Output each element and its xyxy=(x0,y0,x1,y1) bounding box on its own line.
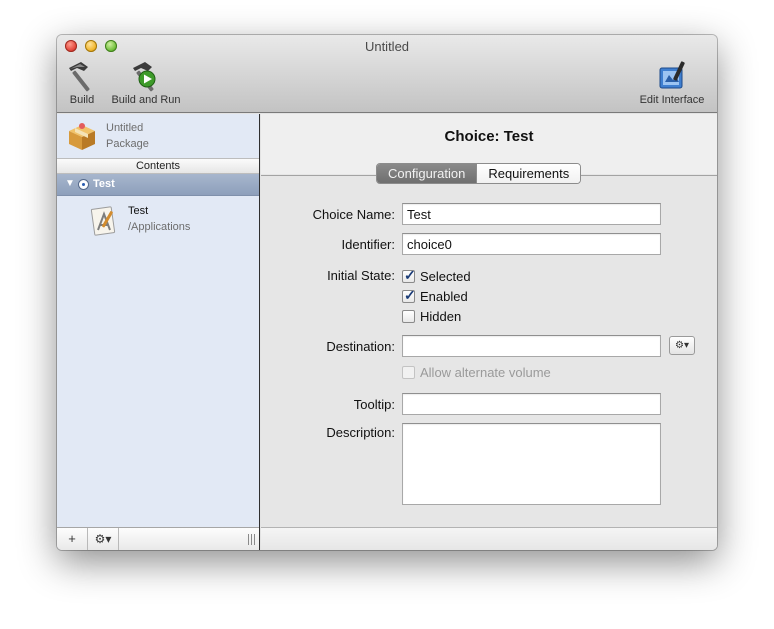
toolbar: Untitled Build Build and Run Edit Interf… xyxy=(57,35,717,113)
hammer-icon xyxy=(69,62,90,92)
allow-alternate-volume-label: Allow alternate volume xyxy=(420,364,551,380)
sidebar-bottom-bar: + ⚙▾ xyxy=(57,527,259,550)
disclosure-triangle-icon[interactable]: ▼ xyxy=(65,178,75,189)
sidebar: Untitled Package Contents ▼ Test Test /A… xyxy=(57,114,260,550)
tab-configuration[interactable]: Configuration xyxy=(377,164,477,183)
build-label: Build xyxy=(69,94,95,106)
enabled-checkbox-label: Enabled xyxy=(420,288,468,304)
resize-grip-icon[interactable] xyxy=(248,534,255,545)
main-bottom-bar xyxy=(261,527,717,550)
choice-label: Test xyxy=(93,178,115,190)
build-button[interactable]: Build xyxy=(65,59,99,106)
package-name: Untitled xyxy=(106,122,144,134)
destination-action-button[interactable]: ⚙▾ xyxy=(669,336,695,355)
action-gear-button[interactable]: ⚙▾ xyxy=(88,528,119,550)
checkmark-icon: ✓ xyxy=(404,266,416,283)
edit-interface-button[interactable]: Edit Interface xyxy=(635,59,709,106)
hidden-checkbox-label: Hidden xyxy=(420,308,462,324)
checkbox-box[interactable] xyxy=(402,365,415,379)
main-pane: Choice: Test Configuration Requirements … xyxy=(261,114,717,550)
contents-header: Contents xyxy=(57,158,259,174)
page-title: Choice: Test xyxy=(444,128,534,145)
description-textarea[interactable] xyxy=(402,423,661,505)
choice-name-field[interactable] xyxy=(402,203,661,225)
checkbox-box[interactable] xyxy=(402,309,415,323)
window-title: Untitled xyxy=(364,39,410,54)
sidebar-item-test-app[interactable]: Test /Applications xyxy=(87,202,257,242)
app-window: Untitled Build Build and Run Edit Interf… xyxy=(57,35,717,550)
destination-label: Destination: xyxy=(326,339,395,354)
checkmark-icon: ✓ xyxy=(404,286,416,303)
choice-radio-icon xyxy=(78,179,89,190)
checkbox-box[interactable]: ✓ xyxy=(402,286,416,303)
identifier-label: Identifier: xyxy=(341,237,395,252)
hidden-checkbox[interactable]: Hidden xyxy=(402,308,461,324)
package-icon xyxy=(69,123,95,150)
edit-interface-label: Edit Interface xyxy=(639,94,705,106)
initial-state-label: Initial State: xyxy=(327,268,395,283)
choice-name-label: Choice Name: xyxy=(312,207,395,222)
tooltip-field[interactable] xyxy=(402,393,661,415)
selected-checkbox-label: Selected xyxy=(420,268,471,284)
add-button[interactable]: + xyxy=(57,528,88,550)
allow-alternate-volume-checkbox[interactable]: Allow alternate volume xyxy=(402,364,551,380)
build-and-run-label: Build and Run xyxy=(111,94,181,106)
identifier-field[interactable] xyxy=(402,233,661,255)
description-label: Description: xyxy=(326,425,395,440)
selected-checkbox[interactable]: ✓ Selected xyxy=(402,266,471,284)
application-icon xyxy=(90,206,116,236)
destination-field[interactable] xyxy=(402,335,661,357)
sidebar-item-test-choice[interactable]: ▼ Test xyxy=(57,174,259,196)
package-header[interactable]: Untitled Package xyxy=(57,114,259,158)
tab-bar: Configuration Requirements xyxy=(376,163,582,184)
tab-requirements[interactable]: Requirements xyxy=(476,164,581,183)
hammer-play-icon xyxy=(133,62,156,92)
item-name: Test xyxy=(128,205,149,217)
package-type: Package xyxy=(106,138,149,150)
item-path: /Applications xyxy=(128,221,191,233)
enabled-checkbox[interactable]: ✓ Enabled xyxy=(402,286,468,304)
interface-builder-icon xyxy=(659,61,685,89)
build-and-run-button[interactable]: Build and Run xyxy=(107,59,185,106)
checkbox-box[interactable]: ✓ xyxy=(402,266,416,283)
tooltip-label: Tooltip: xyxy=(353,397,395,412)
